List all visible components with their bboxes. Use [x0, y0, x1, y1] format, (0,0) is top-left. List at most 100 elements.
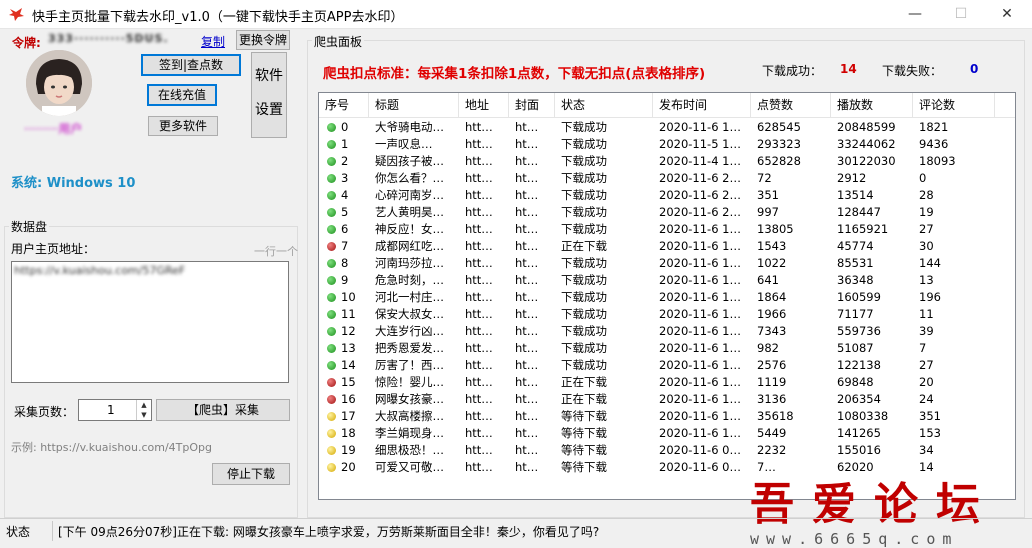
status-dot-icon: [327, 123, 336, 132]
homepage-url-input[interactable]: https://v.kuaishou.com/57GReF: [11, 261, 289, 383]
minimize-button[interactable]: —: [892, 0, 938, 28]
change-token-button[interactable]: 更换令牌: [236, 30, 290, 50]
table-row[interactable]: 10 河北一村庄… htt… ht… 下载成功 2020-11-6 1… 1864 16059…: [319, 289, 1015, 306]
column-header[interactable]: 序号: [319, 93, 369, 117]
column-header[interactable]: 地址: [459, 93, 509, 117]
row-likes: 7343: [757, 324, 787, 338]
recharge-button[interactable]: 在线充值: [147, 84, 217, 106]
row-comments: 20: [919, 375, 934, 389]
row-cover: ht…: [515, 443, 539, 457]
status-dot-icon: [327, 157, 336, 166]
table-row[interactable]: 19 细思极恐！… htt… ht… 等待下载 2020-11-6 0… 2232 15501…: [319, 442, 1015, 459]
row-comments: 13: [919, 273, 934, 287]
row-index: 7: [341, 239, 349, 253]
result-table[interactable]: 序号 标题 地址 封面 状态 发布时间 点赞数 播放数 评论数 0 大爷骑电动… htt… ht… 下载…: [318, 92, 1016, 500]
row-cover: ht…: [515, 120, 539, 134]
table-row[interactable]: 1 一声叹息… htt… ht… 下载成功 2020-11-5 1… 293323 33244…: [319, 136, 1015, 153]
row-index: 12: [341, 324, 356, 338]
row-likes: 982: [757, 341, 779, 355]
pages-label: 采集页数：: [14, 405, 75, 419]
column-header[interactable]: 状态: [555, 93, 653, 117]
table-row[interactable]: 9 危急时刻，… htt… ht… 下载成功 2020-11-6 1… 641 36348 13: [319, 272, 1015, 289]
row-url: htt…: [465, 256, 493, 270]
row-likes: 628545: [757, 120, 801, 134]
row-url: htt…: [465, 188, 493, 202]
table-row[interactable]: 18 李兰娟现身… htt… ht… 等待下载 2020-11-6 1… 5449 14126…: [319, 425, 1015, 442]
row-publish-time: 2020-11-5 1…: [659, 137, 741, 151]
column-header[interactable]: 封面: [509, 93, 555, 117]
table-row[interactable]: 14 厉害了！西… htt… ht… 下载成功 2020-11-6 1… 2576 12213…: [319, 357, 1015, 374]
row-cover: ht…: [515, 256, 539, 270]
row-publish-time: 2020-11-6 2…: [659, 171, 741, 185]
row-comments: 39: [919, 324, 934, 338]
homepage-url-value: https://v.kuaishou.com/57GReF: [14, 264, 186, 277]
table-row[interactable]: 13 把秀恩爱发… htt… ht… 下载成功 2020-11-6 1… 982 51087 7: [319, 340, 1015, 357]
row-publish-time: 2020-11-6 1…: [659, 290, 741, 304]
row-plays: 71177: [837, 307, 874, 321]
spinner-down-icon[interactable]: ▼: [137, 410, 151, 420]
crawl-button[interactable]: 【爬虫】采集: [156, 399, 290, 421]
row-url: htt…: [465, 324, 493, 338]
row-cover: ht…: [515, 290, 539, 304]
table-row[interactable]: 16 网曝女孩豪… htt… ht… 正在下载 2020-11-6 1… 3136 20635…: [319, 391, 1015, 408]
row-likes: 1966: [757, 307, 787, 321]
row-comments: 196: [919, 290, 941, 304]
row-likes: 1119: [757, 375, 787, 389]
token-label: 令牌:: [12, 36, 41, 50]
row-title: 网曝女孩豪…: [375, 392, 444, 406]
table-row[interactable]: 0 大爷骑电动… htt… ht… 下载成功 2020-11-6 1… 628545 2084…: [319, 119, 1015, 136]
pages-spinner[interactable]: 1 ▲ ▼: [78, 399, 152, 421]
row-comments: 19: [919, 205, 934, 219]
row-url: htt…: [465, 290, 493, 304]
close-button[interactable]: ✕: [984, 0, 1030, 28]
row-cover: ht…: [515, 205, 539, 219]
table-row[interactable]: 15 惊险！婴儿… htt… ht… 正在下载 2020-11-6 1… 1119 69848…: [319, 374, 1015, 391]
table-row[interactable]: 11 保安大叔女… htt… ht… 下载成功 2020-11-6 1… 1966 71177…: [319, 306, 1015, 323]
row-publish-time: 2020-11-6 1…: [659, 222, 741, 236]
column-header[interactable]: 评论数: [913, 93, 995, 117]
table-row[interactable]: 4 心碎河南岁… htt… ht… 下载成功 2020-11-6 2… 351 13514 28: [319, 187, 1015, 204]
table-row[interactable]: 5 艺人黄明昊… htt… ht… 下载成功 2020-11-6 2… 997 128447 1…: [319, 204, 1015, 221]
column-header[interactable]: 播放数: [831, 93, 913, 117]
table-row[interactable]: 12 大连岁行凶… htt… ht… 下载成功 2020-11-6 1… 7343 55973…: [319, 323, 1015, 340]
row-comments: 1821: [919, 120, 949, 134]
stop-download-button[interactable]: 停止下载: [212, 463, 290, 485]
row-cover: ht…: [515, 188, 539, 202]
row-publish-time: 2020-11-6 1…: [659, 409, 741, 423]
maximize-button[interactable]: ☐: [938, 0, 984, 28]
checkin-query-button[interactable]: 签到|查点数: [141, 54, 241, 76]
table-row[interactable]: 17 大叔高楼擦… htt… ht… 等待下载 2020-11-6 1… 35618 1080…: [319, 408, 1015, 425]
row-cover: ht…: [515, 137, 539, 151]
copy-token-link[interactable]: 复制: [201, 33, 225, 50]
more-software-button[interactable]: 更多软件: [148, 116, 218, 136]
column-header[interactable]: 发布时间: [653, 93, 751, 117]
table-row[interactable]: 2 疑因孩子被… htt… ht… 下载成功 2020-11-4 1… 652828 3012…: [319, 153, 1015, 170]
row-likes: 652828: [757, 154, 801, 168]
software-settings-button[interactable]: 软件 设置: [251, 52, 287, 138]
row-likes: 1864: [757, 290, 787, 304]
row-comments: 11: [919, 307, 934, 321]
table-row[interactable]: 3 你怎么看？… htt… ht… 下载成功 2020-11-6 2… 72 2912 0: [319, 170, 1015, 187]
table-row[interactable]: 7 成都网红吃… htt… ht… 正在下载 2020-11-6 1… 1543 45774 3…: [319, 238, 1015, 255]
column-header[interactable]: 标题: [369, 93, 459, 117]
column-header[interactable]: 点赞数: [751, 93, 831, 117]
row-status: 等待下载: [561, 460, 607, 474]
homepage-label: 用户主页地址：: [11, 242, 96, 256]
row-title: 疑因孩子被…: [375, 154, 444, 168]
row-likes: 1543: [757, 239, 787, 253]
row-url: htt…: [465, 137, 493, 151]
row-likes: 13805: [757, 222, 794, 236]
row-status: 下载成功: [561, 324, 607, 338]
spinner-up-icon[interactable]: ▲: [137, 400, 151, 410]
row-plays: 122138: [837, 358, 881, 372]
status-dot-icon: [327, 191, 336, 200]
status-dot-icon: [327, 225, 336, 234]
software-settings-label-2: 设置: [255, 102, 283, 118]
row-comments: 34: [919, 443, 934, 457]
table-row[interactable]: 8 河南玛莎拉… htt… ht… 下载成功 2020-11-6 1… 1022 85531 1…: [319, 255, 1015, 272]
row-url: htt…: [465, 341, 493, 355]
row-status: 下载成功: [561, 358, 607, 372]
table-row[interactable]: 6 神反应！女… htt… ht… 下载成功 2020-11-6 1… 13805 11659…: [319, 221, 1015, 238]
row-url: htt…: [465, 443, 493, 457]
app-icon: [9, 8, 24, 21]
